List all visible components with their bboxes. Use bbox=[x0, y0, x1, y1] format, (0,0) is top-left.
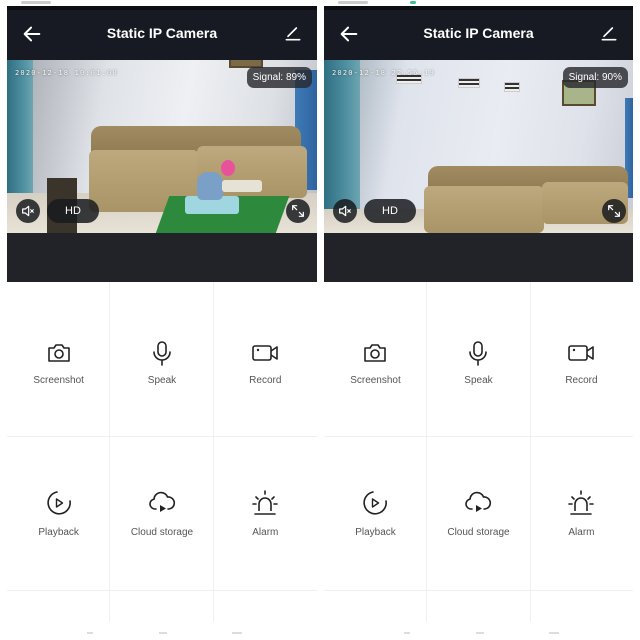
video-timestamp: 2020-12-18 22:56:19 bbox=[332, 69, 435, 77]
status-indicator bbox=[410, 1, 416, 4]
pencil-icon[interactable] bbox=[283, 23, 303, 43]
alarm-siren-icon bbox=[252, 490, 279, 515]
grid-divider bbox=[324, 590, 633, 591]
nav-bar-recents[interactable] bbox=[549, 632, 559, 634]
cloud-storage-button[interactable]: Cloud storage bbox=[110, 282, 213, 538]
camera-screen-right: Static IP Camera 2020-12-18 22:56:19 Sig… bbox=[324, 0, 633, 640]
cloud-play-icon bbox=[465, 491, 492, 512]
mute-button[interactable] bbox=[333, 199, 357, 223]
action-label: Cloud storage bbox=[447, 527, 510, 538]
status-indicator bbox=[338, 1, 368, 4]
fullscreen-button[interactable] bbox=[286, 199, 310, 223]
playback-icon bbox=[47, 491, 71, 515]
quality-toggle-button[interactable]: HD bbox=[47, 199, 99, 223]
page-title: Static IP Camera bbox=[106, 25, 218, 41]
app-bar: Static IP Camera bbox=[324, 6, 633, 60]
grid-divider bbox=[324, 436, 633, 437]
nav-bar-home[interactable] bbox=[159, 632, 167, 634]
playback-icon bbox=[363, 491, 388, 515]
playback-button[interactable]: Playback bbox=[7, 282, 110, 538]
action-label: Alarm bbox=[252, 527, 279, 538]
video-controls-area bbox=[7, 233, 317, 282]
video-controls-area bbox=[324, 233, 633, 282]
action-grid: Screenshot Speak Record Playback Cloud s… bbox=[7, 282, 317, 640]
action-label: Playback bbox=[38, 527, 79, 538]
camera-screen-left: Static IP Camera 2020-12-18 10:01:00 Sig… bbox=[7, 0, 317, 640]
signal-badge: Signal: 90% bbox=[562, 67, 628, 88]
speaker-muted-icon bbox=[22, 205, 34, 217]
video-scene-vent bbox=[458, 78, 480, 88]
nav-bar-back[interactable] bbox=[87, 632, 93, 634]
fullscreen-icon bbox=[608, 205, 620, 217]
page-title: Static IP Camera bbox=[423, 25, 534, 41]
grid-divider bbox=[7, 436, 317, 437]
video-timestamp: 2020-12-18 10:01:00 bbox=[15, 69, 118, 77]
speaker-muted-icon bbox=[339, 205, 351, 217]
app-bar: Static IP Camera bbox=[7, 6, 317, 60]
action-label: Playback bbox=[355, 527, 396, 538]
fullscreen-button[interactable] bbox=[602, 199, 626, 223]
status-indicator bbox=[21, 1, 51, 4]
alarm-button[interactable]: Alarm bbox=[530, 282, 633, 538]
video-scene-sofa bbox=[424, 186, 544, 233]
fullscreen-icon bbox=[292, 205, 304, 217]
action-label: Cloud storage bbox=[130, 527, 194, 538]
video-scene-table bbox=[222, 180, 262, 192]
grid-divider bbox=[7, 590, 317, 591]
video-scene-person bbox=[221, 160, 235, 176]
live-video-feed[interactable]: 2020-12-18 10:01:00 Signal: 89% HD bbox=[7, 60, 317, 233]
nav-bar-back[interactable] bbox=[404, 632, 410, 634]
action-grid: Screenshot Speak Record Playback Cloud s… bbox=[324, 282, 633, 640]
alarm-button[interactable]: Alarm bbox=[214, 282, 317, 538]
nav-bar-home[interactable] bbox=[476, 632, 484, 634]
action-label: Alarm bbox=[568, 527, 595, 538]
mute-button[interactable] bbox=[16, 199, 40, 223]
live-video-feed[interactable]: 2020-12-18 22:56:19 Signal: 90% HD bbox=[324, 60, 633, 233]
video-scene-person bbox=[197, 172, 223, 200]
quality-toggle-button[interactable]: HD bbox=[364, 199, 416, 223]
video-scene-vent bbox=[504, 82, 520, 92]
nav-bar-recents[interactable] bbox=[232, 632, 242, 634]
cloud-play-icon bbox=[149, 491, 176, 512]
cloud-storage-button[interactable]: Cloud storage bbox=[427, 282, 530, 538]
pencil-icon[interactable] bbox=[599, 23, 619, 43]
signal-badge: Signal: 89% bbox=[246, 67, 312, 88]
alarm-siren-icon bbox=[568, 490, 595, 515]
playback-button[interactable]: Playback bbox=[324, 282, 427, 538]
